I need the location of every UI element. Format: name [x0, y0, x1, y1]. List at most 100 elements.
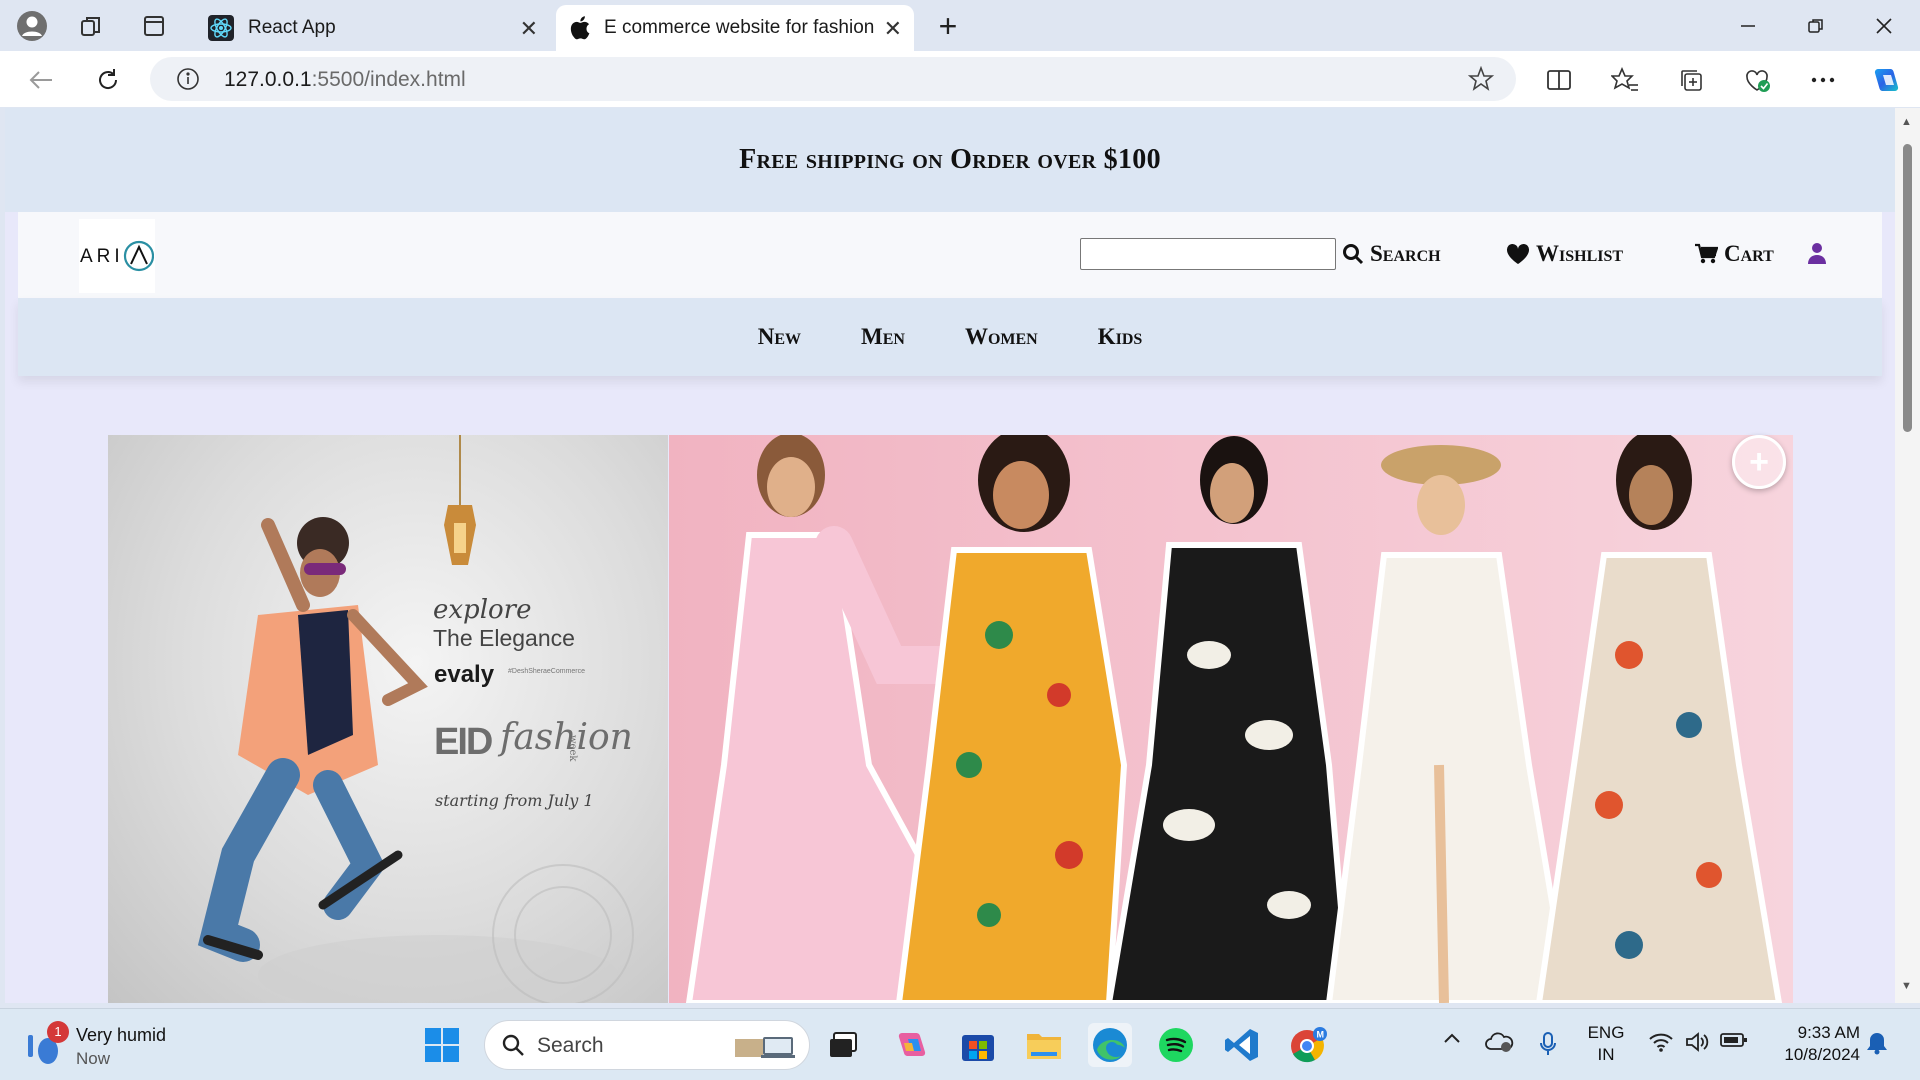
- cart-label: Cart: [1724, 241, 1774, 266]
- taskbar-search[interactable]: Search: [484, 1020, 810, 1070]
- url-text[interactable]: 127.0.0.1:5500/index.html: [224, 68, 466, 92]
- region-code: IN: [1597, 1045, 1615, 1064]
- nav-item-kids[interactable]: Kids: [1098, 324, 1143, 350]
- minimize-icon[interactable]: [1728, 10, 1768, 42]
- chrome-icon[interactable]: M: [1286, 1023, 1330, 1067]
- more-menu-icon[interactable]: [1806, 63, 1840, 97]
- tab-actions-icon[interactable]: [136, 8, 172, 44]
- collections-icon[interactable]: [1674, 63, 1708, 97]
- url-path: :5500/index.html: [311, 68, 466, 91]
- site-info-icon[interactable]: [176, 67, 200, 91]
- new-tab-button[interactable]: +: [930, 6, 966, 46]
- promo-date-text: starting from July 1: [435, 791, 594, 810]
- wishlist-link[interactable]: Wishlist: [1506, 238, 1623, 270]
- taskbar-search-placeholder: Search: [537, 1034, 604, 1057]
- promo-banner-left[interactable]: explore The Elegance evaly #DeshSheraeCo…: [108, 435, 668, 1003]
- taskbar: 1 Very humid Now Search M ENG IN 9:33 AM…: [0, 1008, 1920, 1080]
- tab-react-app[interactable]: React App ✕: [198, 5, 550, 51]
- input-language-indicator[interactable]: ENG IN: [1584, 1022, 1628, 1066]
- address-bar[interactable]: 127.0.0.1:5500/index.html: [150, 57, 1516, 101]
- site-header: ARI Search Wishlist Cart: [18, 212, 1882, 298]
- svg-text:M: M: [1317, 1030, 1325, 1040]
- back-icon[interactable]: [24, 63, 58, 97]
- promo-brand-tag: #DeshSheraeCommerce: [508, 668, 586, 675]
- search-highlight-icon: [733, 1031, 799, 1061]
- scroll-thumb[interactable]: [1903, 144, 1912, 432]
- wifi-icon[interactable]: [1648, 1031, 1674, 1053]
- search-label: Search: [1370, 241, 1441, 266]
- microphone-icon[interactable]: [1538, 1031, 1558, 1057]
- promo-banner-right[interactable]: [669, 435, 1793, 1003]
- favorite-star-icon[interactable]: [1468, 66, 1494, 92]
- browser-toolbar: 127.0.0.1:5500/index.html: [0, 51, 1920, 107]
- cart-icon: [1694, 243, 1718, 265]
- plus-icon[interactable]: +: [1732, 435, 1786, 489]
- cart-link[interactable]: Cart: [1694, 238, 1774, 270]
- restore-icon[interactable]: [1796, 10, 1836, 42]
- clock-time: 9:33 AM: [1797, 1023, 1860, 1042]
- scroll-down-icon[interactable]: ▼: [1901, 980, 1912, 992]
- announcement-text: Free shipping on Order over $100: [739, 144, 1161, 175]
- show-hidden-icons-chevron-icon[interactable]: [1442, 1031, 1462, 1045]
- promo-brand-text: evaly: [434, 661, 495, 688]
- close-tab-icon[interactable]: ✕: [884, 16, 902, 42]
- favorites-icon[interactable]: [1608, 63, 1642, 97]
- apple-icon: [570, 16, 590, 40]
- promo-week-text: week: [567, 735, 578, 762]
- user-icon[interactable]: [1808, 242, 1826, 269]
- promo-explore-text: explore: [433, 595, 532, 625]
- weather-badge: 1: [47, 1021, 69, 1043]
- weather-subtitle: Now: [76, 1049, 111, 1068]
- weather-title: Very humid: [76, 1025, 167, 1045]
- url-host: 127.0.0.1: [224, 68, 312, 91]
- profile-icon[interactable]: [14, 8, 50, 44]
- notification-bell-icon[interactable]: [1866, 1031, 1888, 1055]
- nav-item-men[interactable]: Men: [861, 324, 905, 350]
- file-explorer-icon[interactable]: [1022, 1023, 1066, 1067]
- page-scrollbar[interactable]: ▲ ▼: [1895, 108, 1920, 1003]
- search-input[interactable]: [1080, 238, 1336, 270]
- edge-icon[interactable]: [1088, 1023, 1132, 1067]
- refresh-icon[interactable]: [91, 63, 125, 97]
- wishlist-label: Wishlist: [1536, 241, 1624, 266]
- nav-item-women[interactable]: Women: [965, 324, 1038, 350]
- system-clock[interactable]: 9:33 AM 10/8/2024: [1764, 1022, 1860, 1066]
- taskbar-search-icon: [501, 1033, 525, 1057]
- announcement-bar: Free shipping on Order over $100: [5, 108, 1895, 212]
- heart-icon: [1506, 243, 1530, 265]
- volume-icon[interactable]: [1684, 1031, 1710, 1053]
- svg-text:ARI: ARI: [80, 246, 124, 267]
- copilot-icon[interactable]: [1870, 63, 1904, 97]
- models-illustration: [685, 435, 1783, 1003]
- task-view-icon[interactable]: [822, 1023, 866, 1067]
- workspaces-icon[interactable]: [74, 8, 110, 44]
- language-code: ENG: [1587, 1023, 1625, 1042]
- copilot-app-icon[interactable]: [890, 1023, 934, 1067]
- battery-icon[interactable]: [1720, 1031, 1748, 1049]
- site-logo[interactable]: ARI: [79, 219, 155, 293]
- vscode-icon[interactable]: [1220, 1023, 1264, 1067]
- search-icon: [1342, 243, 1364, 265]
- split-screen-icon[interactable]: [1542, 63, 1576, 97]
- promo-elegance-text: The Elegance: [433, 625, 575, 651]
- nav-item-new[interactable]: New: [758, 324, 801, 350]
- start-windows-icon[interactable]: [420, 1023, 464, 1067]
- close-tab-icon[interactable]: ✕: [520, 16, 538, 42]
- onedrive-icon[interactable]: [1484, 1031, 1514, 1053]
- browser-essentials-icon[interactable]: [1740, 63, 1774, 97]
- scroll-up-icon[interactable]: ▲: [1901, 116, 1912, 128]
- page-viewport: Free shipping on Order over $100 ARI Sea…: [5, 108, 1895, 1003]
- promo-eid-text: EID: [434, 721, 493, 763]
- weather-widget[interactable]: 1 Very humid Now: [24, 1021, 174, 1071]
- tab-title: React App: [248, 17, 336, 38]
- spotify-icon[interactable]: [1154, 1023, 1198, 1067]
- browser-tab-bar: React App ✕ E commerce website for fashi…: [0, 0, 1920, 51]
- clock-date: 10/8/2024: [1784, 1045, 1860, 1064]
- react-icon: [208, 15, 234, 41]
- tab-title: E commerce website for fashion: [604, 17, 875, 38]
- close-window-icon[interactable]: [1864, 10, 1904, 42]
- category-nav: New Men Women Kids: [18, 298, 1882, 376]
- microsoft-store-icon[interactable]: [956, 1023, 1000, 1067]
- search-button[interactable]: Search: [1342, 238, 1441, 270]
- tab-ecommerce[interactable]: E commerce website for fashion ✕: [556, 5, 914, 51]
